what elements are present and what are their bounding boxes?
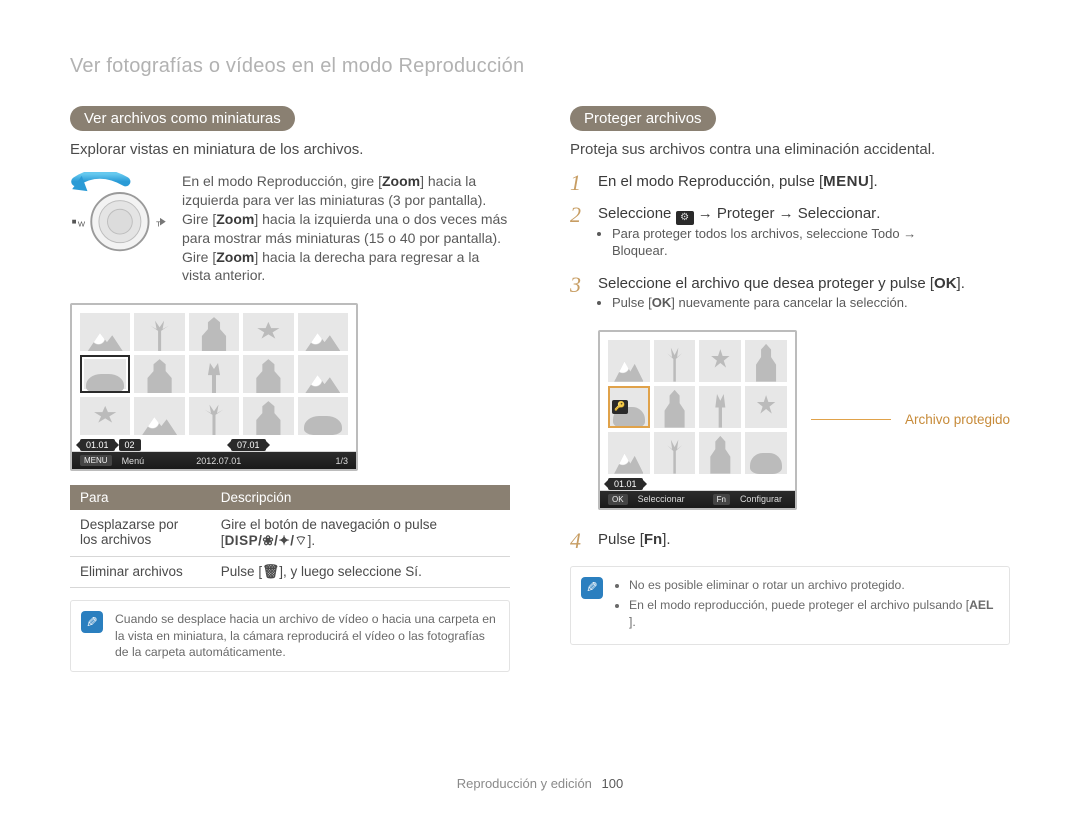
thumb-screen-footer: MENU Menú 2012.07.01 1/3 [72, 451, 356, 469]
table-header-para: Para [70, 485, 211, 510]
thumb-date-bar: 01.01 02 07.01 [80, 439, 348, 451]
step-2-sub: Para proteger todos los archivos, selecc… [598, 225, 1010, 260]
footer-ok-label: Seleccionar [638, 494, 685, 504]
thumb-cell [608, 432, 650, 474]
thumb-cell [745, 386, 787, 428]
thumb-cell [298, 313, 348, 351]
disp-buttons-label: DISP/❀/✦/⌔ [225, 533, 308, 548]
thumb-date: 01.01 [608, 478, 643, 490]
thumb-cell [699, 432, 741, 474]
section-pill-thumbnails: Ver archivos como miniaturas [70, 106, 295, 131]
page-title: Ver fotografías o vídeos en el modo Repr… [70, 55, 1010, 78]
thumb-cell-selected [80, 355, 130, 393]
table-row: Desplazarse por los archivos Gire el bot… [70, 510, 510, 557]
left-column: Ver archivos como miniaturas Explorar vi… [70, 106, 510, 672]
thumb-date-bar: 01.01 [608, 478, 787, 490]
thumb-cell-protected [608, 386, 650, 428]
note-icon [81, 611, 103, 633]
thumb-cell [189, 313, 239, 351]
svg-text:W: W [78, 219, 86, 228]
right-column: Proteger archivos Proteja sus archivos c… [570, 106, 1010, 672]
ok-button-label: OK [934, 274, 957, 294]
table-row: Eliminar archivos Pulse [🗑], y luego sel… [70, 557, 510, 588]
step-4: 4 Pulse [Fn]. [570, 530, 1010, 552]
zoom-dial-text: En el modo Reproducción, gire [Zoom] hac… [182, 172, 510, 285]
thumb-cell [134, 397, 184, 435]
trash-icon: 🗑 [262, 564, 279, 580]
callout-label: Archivo protegido [905, 412, 1010, 427]
step-number: 1 [570, 172, 588, 194]
thumb-cell [80, 397, 130, 435]
thumb-cell [80, 313, 130, 351]
zoom-dial-row: W T En el modo Reproducción, gire [Zoom]… [70, 172, 510, 285]
thumb-cell [243, 313, 293, 351]
note-icon [581, 577, 603, 599]
protect-screen-row: 01.01 OK Seleccionar Fn Configurar Archi… [598, 330, 1010, 510]
protect-screen-illustration: 01.01 OK Seleccionar Fn Configurar [598, 330, 797, 510]
note-item: No es posible eliminar o rotar un archiv… [629, 577, 997, 593]
thumb-cell [189, 397, 239, 435]
table-header-desc: Descripción [211, 485, 510, 510]
menu-button-label: MENU [823, 172, 869, 192]
ok-button-label: OK [652, 294, 672, 312]
section-subtitle: Explorar vistas en miniatura de los arch… [70, 141, 510, 158]
two-column-layout: Ver archivos como miniaturas Explorar vi… [70, 106, 1010, 672]
thumb-cell [608, 340, 650, 382]
note-box: No es posible eliminar o rotar un archiv… [570, 566, 1010, 645]
thumb-cell [134, 313, 184, 351]
thumb-cell [243, 397, 293, 435]
thumb-cell [189, 355, 239, 393]
fn-button-label: Fn [644, 530, 662, 550]
step-1: 1 En el modo Reproducción, pulse [MENU]. [570, 172, 1010, 194]
fn-tag: Fn [713, 494, 730, 505]
thumb-cell [134, 355, 184, 393]
thumb-cell [654, 386, 696, 428]
step-3-sub: Pulse [OK] nuevamente para cancelar la s… [598, 294, 1010, 312]
steps-list: 1 En el modo Reproducción, pulse [MENU].… [570, 172, 1010, 645]
menu-tag: MENU [80, 455, 112, 466]
section-pill-protect: Proteger archivos [570, 106, 716, 131]
thumb-date: 01.01 [80, 439, 115, 451]
thumb-cell [699, 340, 741, 382]
note-text: Cuando se desplace hacia un archivo de v… [115, 612, 496, 659]
lock-icon [612, 400, 628, 414]
thumb-cell [654, 432, 696, 474]
step-2: 2 Seleccione → Proteger → Seleccionar. P… [570, 204, 1010, 264]
footer-page-number: 100 [602, 776, 624, 791]
footer-fn-label: Configurar [740, 494, 782, 504]
thumb-cell [745, 432, 787, 474]
thumb-cell [298, 355, 348, 393]
footer-menu-label: Menú [122, 456, 145, 466]
thumb-cell [745, 340, 787, 382]
zoom-dial-illustration: W T [70, 172, 166, 256]
actions-table: Para Descripción Desplazarse por los arc… [70, 485, 510, 588]
callout-line [811, 419, 891, 420]
note-item: En el modo reproducción, puede proteger … [629, 597, 997, 630]
ael-button-label: AEL [969, 597, 993, 613]
thumb-cell [298, 397, 348, 435]
footer-date: 2012.07.01 [196, 456, 241, 466]
protect-screen-footer: OK Seleccionar Fn Configurar [600, 490, 795, 508]
step-number: 4 [570, 530, 588, 552]
page-footer: Reproducción y edición 100 [0, 776, 1080, 791]
ok-tag: OK [608, 494, 628, 505]
step-number: 3 [570, 274, 588, 316]
settings-icon [676, 211, 694, 225]
manual-page: Ver fotografías o vídeos en el modo Repr… [0, 0, 1080, 815]
thumbnail-screen-illustration: 01.01 02 07.01 MENU Menú 2012.07.01 1/3 [70, 303, 358, 471]
thumb-cell [654, 340, 696, 382]
step-3: 3 Seleccione el archivo que desea proteg… [570, 274, 1010, 316]
thumb-date: 02 [119, 439, 141, 451]
step-number: 2 [570, 204, 588, 264]
footer-section: Reproducción y edición [457, 776, 592, 791]
thumb-cell [243, 355, 293, 393]
footer-page-index: 1/3 [335, 456, 348, 466]
thumb-date: 07.01 [231, 439, 266, 451]
thumb-cell [699, 386, 741, 428]
section-subtitle: Proteja sus archivos contra una eliminac… [570, 141, 1010, 158]
note-box: Cuando se desplace hacia un archivo de v… [70, 600, 510, 671]
